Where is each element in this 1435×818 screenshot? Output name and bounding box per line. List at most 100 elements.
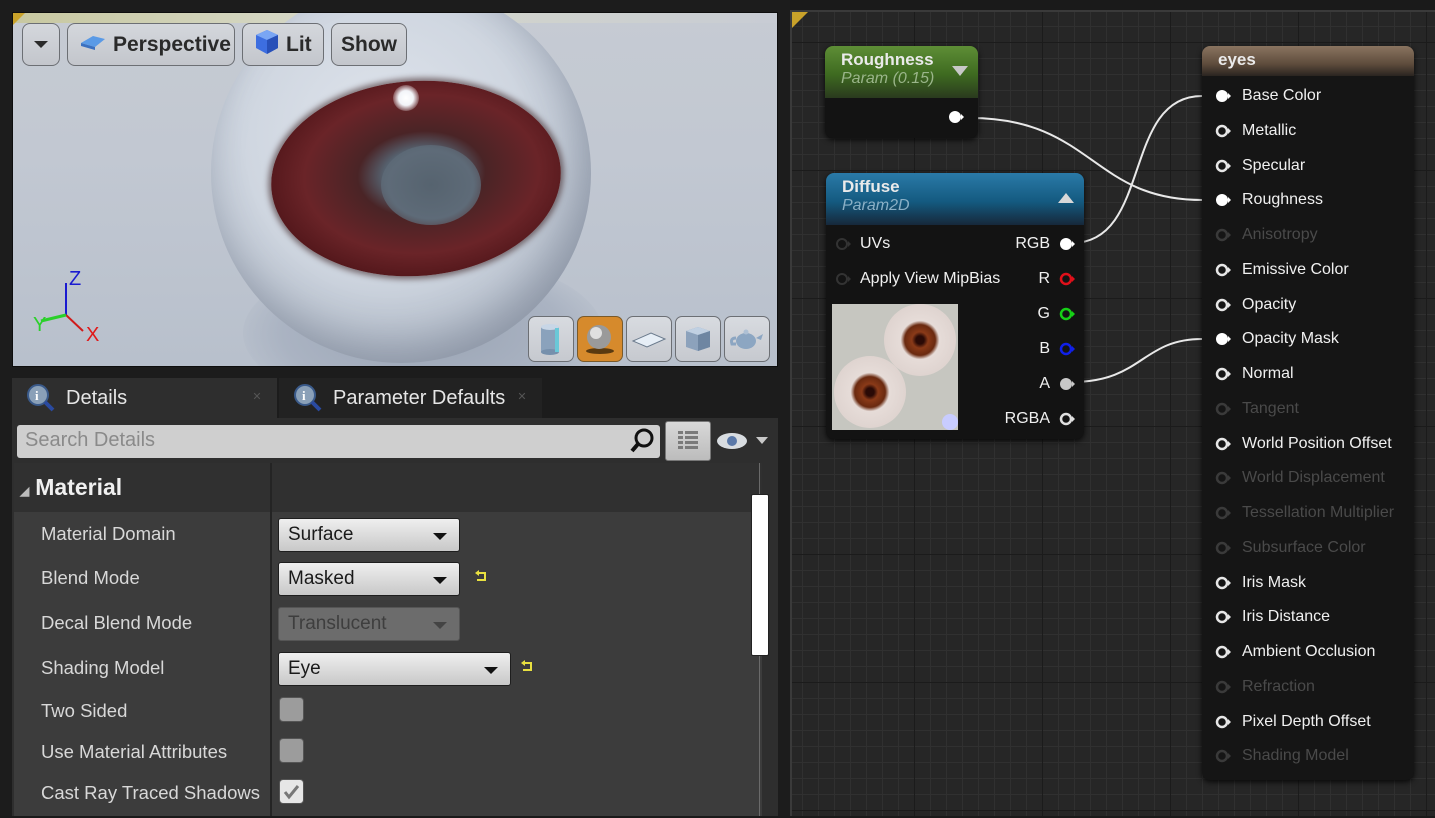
output-pin-connected-icon[interactable]	[1058, 237, 1076, 251]
preview-teapot-button[interactable]	[724, 316, 770, 362]
roughness-param-node[interactable]: Roughness Param (0.15)	[825, 46, 978, 138]
search-details-input[interactable]: Search Details	[17, 425, 660, 458]
visibility-options-button[interactable]	[716, 428, 772, 454]
reset-to-default-icon[interactable]	[520, 659, 534, 673]
scrollbar-thumb[interactable]	[751, 494, 769, 656]
output-pin-g[interactable]: G	[1038, 299, 1076, 329]
use-material-attributes-checkbox[interactable]	[279, 738, 304, 763]
result-input-pin-row[interactable]: Specular	[1214, 151, 1305, 181]
details-scrollbar[interactable]	[750, 463, 770, 816]
preview-sphere-button[interactable]	[577, 316, 623, 362]
expand-arrow-icon[interactable]	[1058, 193, 1074, 203]
preview-cylinder-button[interactable]	[528, 316, 574, 362]
input-pin-empty-icon[interactable]	[1214, 715, 1232, 729]
tab-parameter-defaults[interactable]: i Parameter Defaults ✕	[279, 378, 542, 418]
result-input-pin-row[interactable]: Ambient Occlusion	[1214, 637, 1375, 667]
result-input-pin-row[interactable]: Roughness	[1214, 185, 1323, 215]
result-input-pin-row[interactable]: Metallic	[1214, 116, 1296, 146]
collapse-arrow-icon[interactable]	[952, 66, 968, 76]
input-pin-connected-icon[interactable]	[1214, 332, 1232, 346]
material-domain-combo[interactable]: Surface	[278, 518, 460, 552]
node-header[interactable]: Diffuse Param2D	[826, 173, 1084, 225]
output-pin-b[interactable]: B	[1039, 334, 1076, 364]
pin-label: World Position Offset	[1242, 434, 1392, 452]
viewport-options-button[interactable]	[22, 23, 60, 66]
input-pin-empty-icon[interactable]	[1214, 645, 1232, 659]
property-label: Two Sided	[41, 700, 128, 721]
result-input-pin-row[interactable]: World Position Offset	[1214, 429, 1392, 459]
dropdown-arrow-icon	[433, 533, 447, 540]
input-pin-empty-icon[interactable]	[1214, 159, 1232, 173]
input-pin-empty-icon[interactable]	[1214, 367, 1232, 381]
close-icon[interactable]: ✕	[516, 391, 528, 403]
result-input-pin-row[interactable]: Emissive Color	[1214, 255, 1349, 285]
input-pin-empty-icon[interactable]	[1214, 263, 1232, 277]
output-pin-blue-icon[interactable]	[1058, 342, 1076, 356]
input-pin-empty-icon[interactable]	[1214, 610, 1232, 624]
output-pin-r[interactable]: R	[1038, 264, 1076, 294]
teapot-icon	[730, 329, 763, 349]
input-pin-row[interactable]: UVs	[834, 229, 890, 259]
property-matrix-button[interactable]	[665, 421, 711, 461]
two-sided-checkbox[interactable]	[279, 697, 304, 722]
material-graph-canvas[interactable]: Roughness Param (0.15) Diffuse Param2D U…	[790, 10, 1435, 816]
output-pin-connected[interactable]	[948, 110, 964, 124]
reset-to-default-icon[interactable]	[474, 569, 488, 583]
preview-plane-button[interactable]	[626, 316, 672, 362]
tab-details[interactable]: i Details ✕	[12, 378, 277, 418]
lit-button[interactable]: Lit	[242, 23, 324, 66]
result-input-pin-row[interactable]: Opacity	[1214, 290, 1296, 320]
result-input-pin-row[interactable]: Opacity Mask	[1214, 324, 1339, 354]
cast-ray-traced-shadows-checkbox[interactable]	[279, 779, 304, 804]
diffuse-texture-param-node[interactable]: Diffuse Param2D UVs Apply View MipBias R…	[826, 173, 1084, 439]
wire-rgb-to-base-color[interactable]	[1071, 95, 1203, 244]
input-pin-row[interactable]: Apply View MipBias	[834, 264, 1000, 294]
output-pin-rgba[interactable]: RGBA	[1005, 404, 1076, 434]
input-pin-empty-icon[interactable]	[834, 272, 852, 286]
search-icon[interactable]	[628, 427, 656, 455]
output-pin-rgb[interactable]: RGB	[1015, 229, 1076, 259]
output-pin-red-icon[interactable]	[1058, 272, 1076, 286]
combo-value: Masked	[288, 568, 355, 589]
preview-specular-highlight	[393, 85, 419, 111]
shading-model-combo[interactable]: Eye	[278, 652, 511, 686]
node-header[interactable]: Roughness Param (0.15)	[825, 46, 978, 98]
result-input-pin-row[interactable]: Iris Distance	[1214, 602, 1330, 632]
input-pin-empty-icon[interactable]	[1214, 124, 1232, 138]
combo-value: Surface	[288, 524, 354, 545]
material-result-node[interactable]: eyes Base Color Metallic Specular Roughness…	[1202, 46, 1414, 780]
result-input-pin-row[interactable]: Iris Mask	[1214, 568, 1306, 598]
preview-cube-button[interactable]	[675, 316, 721, 362]
output-pin-connected-icon[interactable]	[1058, 377, 1076, 391]
property-row-use-material-attributes: Use Material Attributes	[14, 732, 762, 772]
input-pin-empty-icon	[1215, 506, 1231, 520]
output-pin-a[interactable]: A	[1039, 369, 1076, 399]
input-pin-empty-icon[interactable]	[834, 237, 852, 251]
input-pin-empty-icon	[1215, 472, 1231, 485]
input-pin-empty-icon	[1215, 680, 1231, 693]
result-input-pin-row[interactable]: Base Color	[1214, 81, 1321, 111]
close-icon[interactable]: ✕	[251, 391, 263, 403]
pin-label: UVs	[860, 235, 891, 252]
node-header[interactable]: eyes	[1202, 46, 1414, 76]
show-button[interactable]: Show	[331, 23, 407, 66]
property-list: ◢ Material Material Domain Surface Blend…	[14, 463, 762, 816]
perspective-button[interactable]: Perspective	[67, 23, 235, 66]
material-preview-viewport[interactable]: Perspective Lit Show Z X Y	[12, 12, 778, 367]
wire-alpha-to-opacity-mask[interactable]	[1071, 338, 1203, 383]
pin-label: Anisotropy	[1242, 226, 1318, 243]
output-pin-green-icon[interactable]	[1058, 307, 1076, 321]
input-pin-empty-icon[interactable]	[1214, 437, 1232, 451]
output-pin-empty-icon[interactable]	[1058, 412, 1076, 426]
input-pin-empty-icon[interactable]	[1214, 576, 1232, 590]
result-input-pin-row[interactable]: Pixel Depth Offset	[1214, 707, 1371, 737]
pin-label: Tessellation Multiplier	[1242, 504, 1395, 521]
input-pin-empty-icon[interactable]	[1214, 298, 1232, 312]
svg-text:i: i	[35, 388, 39, 403]
result-input-pin-row[interactable]: Normal	[1214, 359, 1294, 389]
category-material-header[interactable]: ◢ Material	[14, 463, 762, 512]
property-row-material-domain: Material Domain Surface	[14, 514, 762, 554]
blend-mode-combo[interactable]: Masked	[278, 562, 460, 596]
input-pin-connected-icon[interactable]	[1214, 193, 1232, 207]
input-pin-connected-icon[interactable]	[1214, 89, 1232, 103]
